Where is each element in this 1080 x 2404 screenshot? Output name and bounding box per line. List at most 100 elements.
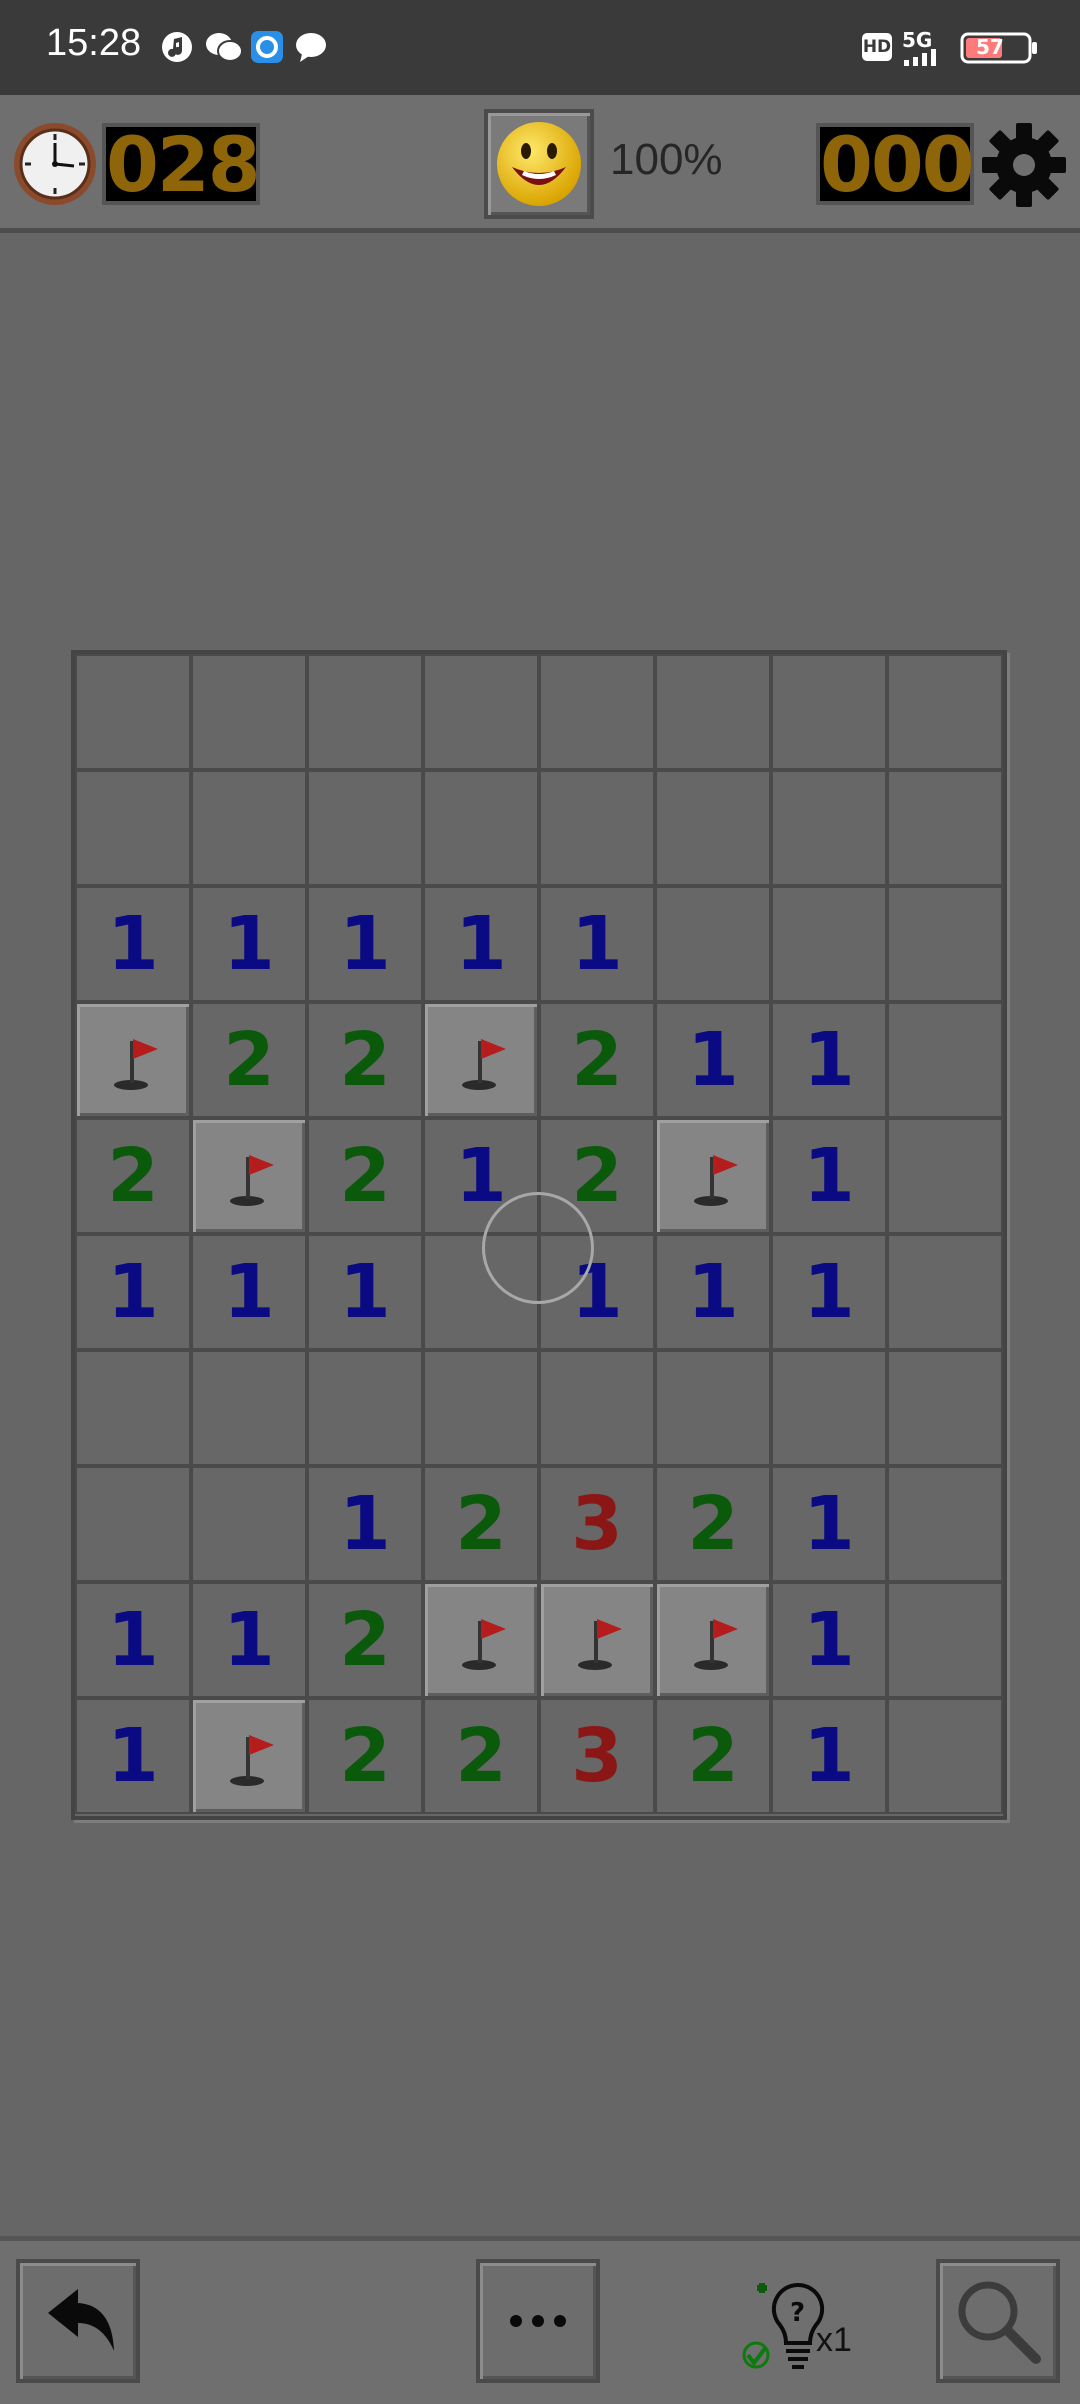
number-cell[interactable]: 1: [655, 1002, 771, 1118]
number-cell[interactable]: 2: [539, 1118, 655, 1234]
undo-button[interactable]: [16, 2259, 140, 2383]
empty-cell[interactable]: [655, 654, 771, 770]
number-cell[interactable]: 1: [75, 1234, 191, 1350]
flagged-cell[interactable]: [539, 1582, 655, 1698]
zoom-button[interactable]: [936, 2259, 1060, 2383]
cell-number: 3: [571, 1713, 623, 1799]
empty-cell[interactable]: [771, 770, 887, 886]
cell-number: 1: [803, 1481, 855, 1567]
status-bar: 15:28 HD 5G 57: [0, 0, 1080, 95]
number-cell[interactable]: 1: [75, 1698, 191, 1814]
number-cell[interactable]: 2: [307, 1582, 423, 1698]
number-cell[interactable]: 2: [655, 1698, 771, 1814]
empty-cell[interactable]: [307, 654, 423, 770]
number-cell[interactable]: 2: [423, 1466, 539, 1582]
number-cell[interactable]: 1: [307, 1466, 423, 1582]
hd-badge: HD: [862, 33, 892, 61]
empty-cell[interactable]: [75, 1466, 191, 1582]
flagged-cell[interactable]: [75, 1002, 191, 1118]
empty-cell[interactable]: [887, 654, 1003, 770]
number-cell[interactable]: 1: [771, 1466, 887, 1582]
wechat-icon: [206, 33, 243, 62]
number-cell[interactable]: 1: [771, 1582, 887, 1698]
empty-cell[interactable]: [771, 654, 887, 770]
empty-cell[interactable]: [771, 1350, 887, 1466]
empty-cell[interactable]: [771, 886, 887, 1002]
number-cell[interactable]: 1: [423, 1118, 539, 1234]
number-cell[interactable]: 1: [539, 1234, 655, 1350]
number-cell[interactable]: 2: [423, 1698, 539, 1814]
empty-cell[interactable]: [539, 1350, 655, 1466]
empty-cell[interactable]: [75, 770, 191, 886]
number-cell[interactable]: 1: [191, 1582, 307, 1698]
empty-cell[interactable]: [191, 654, 307, 770]
mine-counter-display: 000: [816, 123, 975, 205]
empty-cell[interactable]: [655, 770, 771, 886]
empty-cell[interactable]: [887, 1234, 1003, 1350]
browser-icon: [251, 31, 283, 63]
empty-cell[interactable]: [887, 1466, 1003, 1582]
number-cell[interactable]: 1: [771, 1698, 887, 1814]
more-button[interactable]: [476, 2259, 600, 2383]
number-cell[interactable]: 1: [75, 1582, 191, 1698]
cell-number: 2: [687, 1481, 739, 1567]
number-cell[interactable]: 1: [191, 1234, 307, 1350]
empty-cell[interactable]: [191, 1350, 307, 1466]
number-cell[interactable]: 1: [75, 886, 191, 1002]
empty-cell[interactable]: [191, 1466, 307, 1582]
cell-number: 2: [339, 1017, 391, 1103]
empty-cell[interactable]: [75, 1350, 191, 1466]
empty-cell[interactable]: [191, 770, 307, 886]
empty-cell[interactable]: [887, 886, 1003, 1002]
empty-cell[interactable]: [423, 1234, 539, 1350]
empty-cell[interactable]: [75, 654, 191, 770]
empty-cell[interactable]: [307, 1350, 423, 1466]
number-cell[interactable]: 1: [423, 886, 539, 1002]
number-cell[interactable]: 2: [539, 1002, 655, 1118]
empty-cell[interactable]: [887, 1002, 1003, 1118]
number-cell[interactable]: 2: [307, 1002, 423, 1118]
empty-cell[interactable]: [887, 1350, 1003, 1466]
cell-number: 1: [107, 1713, 159, 1799]
empty-cell[interactable]: [887, 770, 1003, 886]
number-cell[interactable]: 1: [771, 1234, 887, 1350]
empty-cell[interactable]: [423, 654, 539, 770]
number-cell[interactable]: 1: [307, 1234, 423, 1350]
gear-icon[interactable]: [980, 121, 1068, 209]
number-cell[interactable]: 2: [655, 1466, 771, 1582]
number-cell[interactable]: 1: [307, 886, 423, 1002]
cell-number: 2: [571, 1133, 623, 1219]
empty-cell[interactable]: [655, 886, 771, 1002]
empty-cell[interactable]: [423, 770, 539, 886]
timer-display: 028: [102, 123, 261, 205]
flag-icon: [694, 1619, 738, 1670]
empty-cell[interactable]: [423, 1350, 539, 1466]
number-cell[interactable]: 2: [307, 1698, 423, 1814]
flagged-cell[interactable]: [423, 1582, 539, 1698]
flagged-cell[interactable]: [423, 1002, 539, 1118]
empty-cell[interactable]: [539, 654, 655, 770]
new-game-button[interactable]: [484, 109, 594, 219]
number-cell[interactable]: 3: [539, 1698, 655, 1814]
bottom-bar: ? x1: [0, 2236, 1080, 2404]
number-cell[interactable]: 1: [191, 886, 307, 1002]
empty-cell[interactable]: [539, 770, 655, 886]
number-cell[interactable]: 3: [539, 1466, 655, 1582]
empty-cell[interactable]: [887, 1118, 1003, 1234]
number-cell[interactable]: 1: [655, 1234, 771, 1350]
game-toolbar: 028 100% 000: [0, 95, 1080, 233]
flagged-cell[interactable]: [655, 1118, 771, 1234]
flagged-cell[interactable]: [191, 1698, 307, 1814]
number-cell[interactable]: 1: [539, 886, 655, 1002]
number-cell[interactable]: 1: [771, 1118, 887, 1234]
number-cell[interactable]: 2: [307, 1118, 423, 1234]
number-cell[interactable]: 1: [771, 1002, 887, 1118]
flagged-cell[interactable]: [655, 1582, 771, 1698]
empty-cell[interactable]: [887, 1698, 1003, 1814]
number-cell[interactable]: 2: [191, 1002, 307, 1118]
empty-cell[interactable]: [307, 770, 423, 886]
number-cell[interactable]: 2: [75, 1118, 191, 1234]
empty-cell[interactable]: [887, 1582, 1003, 1698]
empty-cell[interactable]: [655, 1350, 771, 1466]
flagged-cell[interactable]: [191, 1118, 307, 1234]
